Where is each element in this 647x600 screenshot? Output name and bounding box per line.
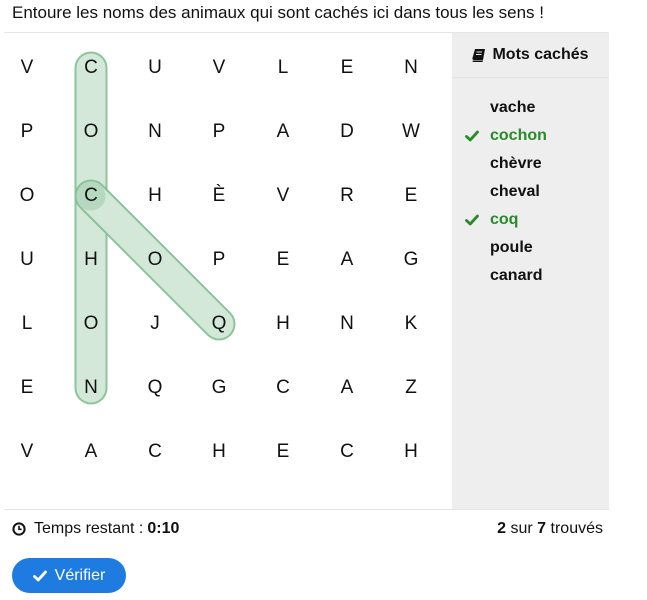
panel-title: Mots cachés (492, 46, 589, 63)
grid-cell[interactable]: A (71, 432, 111, 472)
grid-cell[interactable]: C (327, 432, 367, 472)
grid-cell[interactable]: J (135, 304, 175, 344)
hidden-words-panel: Mots cachés vache cochon chèvre cheval coq po… (452, 33, 609, 509)
word-list: vache cochon chèvre cheval coq poule canard (452, 78, 609, 290)
verify-button[interactable]: Vérifier (12, 558, 126, 593)
word-grid[interactable]: VCUVLENPONPADWOCHÈVREUHOPEAGLOJQHNKENQGC… (4, 33, 452, 509)
grid-cell[interactable]: W (391, 112, 431, 152)
word-label: cochon (490, 127, 547, 144)
grid-cell[interactable]: A (263, 112, 303, 152)
word-label: cheval (490, 183, 540, 200)
grid-cell[interactable]: H (263, 304, 303, 344)
word-label: vache (490, 99, 536, 116)
grid-cell[interactable]: N (135, 112, 175, 152)
grid-cell[interactable]: C (71, 48, 111, 88)
grid-cell[interactable]: O (7, 176, 47, 216)
divider (4, 509, 609, 510)
timer: Temps restant : 0:10 (12, 520, 179, 538)
grid-cell[interactable]: E (263, 240, 303, 280)
word-item: coq (452, 206, 609, 234)
grid-cell[interactable]: P (7, 112, 47, 152)
grid-cell[interactable]: V (263, 176, 303, 216)
grid-cell[interactable]: E (263, 432, 303, 472)
total-count: 7 (537, 520, 547, 537)
grid-cell[interactable]: E (391, 176, 431, 216)
grid-cell[interactable]: O (71, 304, 111, 344)
word-item: cochon (452, 122, 609, 150)
timer-label: Temps restant : (34, 520, 144, 537)
timer-value: 0:10 (147, 520, 180, 537)
check-icon (452, 214, 490, 226)
grid-cell[interactable]: H (135, 176, 175, 216)
check-icon (32, 570, 47, 582)
word-item: canard (452, 262, 609, 290)
check-icon (452, 130, 490, 142)
grid-cell[interactable]: G (199, 368, 239, 408)
grid-cell[interactable]: L (263, 48, 303, 88)
grid-cell[interactable]: P (199, 112, 239, 152)
grid-cell[interactable]: U (135, 48, 175, 88)
word-item: cheval (452, 178, 609, 206)
grid-cell[interactable]: N (391, 48, 431, 88)
count-sur: sur (510, 520, 533, 537)
word-label: coq (490, 211, 519, 228)
grid-cell[interactable]: È (199, 176, 239, 216)
grid-cell[interactable]: A (327, 368, 367, 408)
word-item: vache (452, 94, 609, 122)
grid-cell[interactable]: E (327, 48, 367, 88)
grid-cell[interactable]: K (391, 304, 431, 344)
grid-cell[interactable]: C (263, 368, 303, 408)
count-trouves: trouvés (550, 520, 603, 537)
word-item: poule (452, 234, 609, 262)
word-item: chèvre (452, 150, 609, 178)
word-label: poule (490, 239, 533, 256)
grid-cell[interactable]: E (7, 368, 47, 408)
found-counter: 2 sur 7 trouvés (497, 520, 603, 538)
grid-cell[interactable]: L (7, 304, 47, 344)
grid-cell[interactable]: N (71, 368, 111, 408)
verify-label: Vérifier (54, 566, 106, 584)
grid-cell[interactable]: O (135, 240, 175, 280)
grid-cell[interactable]: C (71, 176, 111, 216)
grid-cell[interactable]: D (327, 112, 367, 152)
clock-icon (12, 522, 26, 536)
grid-cell[interactable]: C (135, 432, 175, 472)
grid-cell[interactable]: Q (199, 304, 239, 344)
grid-cell[interactable]: Z (391, 368, 431, 408)
word-label: chèvre (490, 155, 542, 172)
grid-cell[interactable]: H (391, 432, 431, 472)
grid-cell[interactable]: Q (135, 368, 175, 408)
grid-cell[interactable]: A (327, 240, 367, 280)
grid-cell[interactable]: O (71, 112, 111, 152)
panel-header: Mots cachés (452, 33, 609, 78)
grid-cell[interactable]: N (327, 304, 367, 344)
grid-cell[interactable]: R (327, 176, 367, 216)
grid-cell[interactable]: V (7, 432, 47, 472)
grid-cell[interactable]: P (199, 240, 239, 280)
grid-cell[interactable]: G (391, 240, 431, 280)
instruction-text: Entoure les noms des animaux qui sont ca… (12, 3, 545, 22)
word-label: canard (490, 267, 543, 284)
book-icon (472, 48, 486, 63)
grid-cell[interactable]: U (7, 240, 47, 280)
grid-cell[interactable]: V (7, 48, 47, 88)
grid-cell[interactable]: H (199, 432, 239, 472)
grid-cell[interactable]: V (199, 48, 239, 88)
found-count: 2 (497, 520, 507, 537)
grid-cell[interactable]: H (71, 240, 111, 280)
